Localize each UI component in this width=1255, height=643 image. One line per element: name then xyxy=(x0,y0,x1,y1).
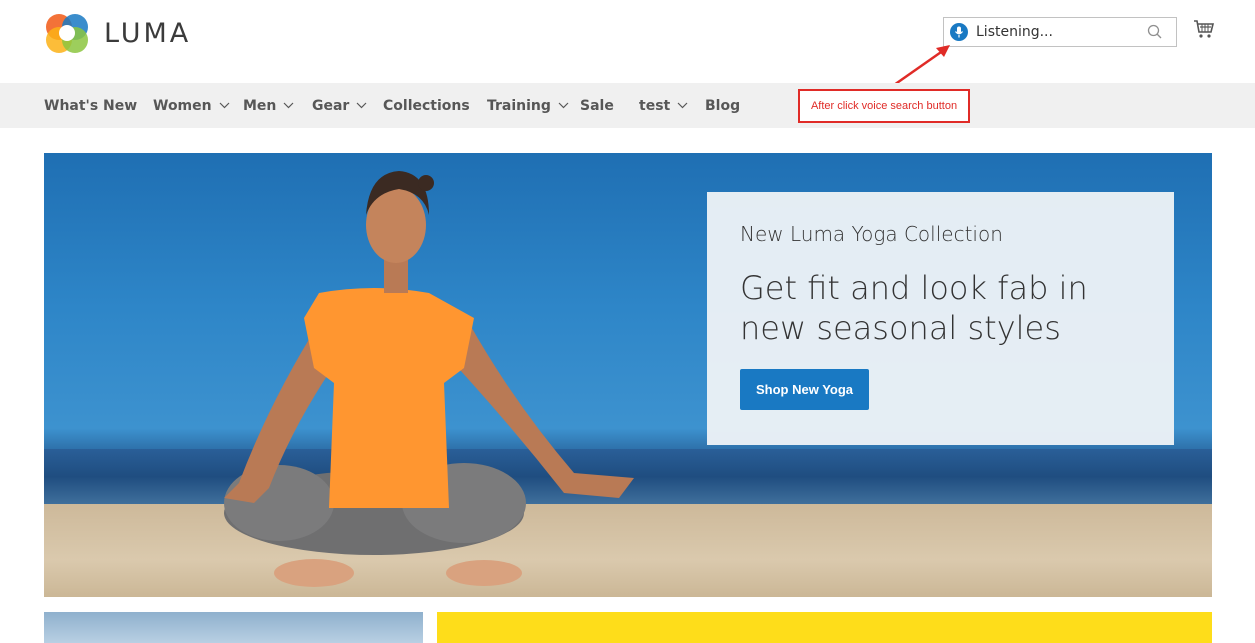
main-navigation: What's New Women Men Gear Collections Tr… xyxy=(0,83,1255,128)
nav-item-women[interactable]: Women xyxy=(153,83,230,128)
logo-link[interactable]: LUMA xyxy=(44,10,191,56)
nav-item-test[interactable]: test xyxy=(639,83,688,128)
magnifier-icon[interactable] xyxy=(1146,23,1164,41)
nav-item-sale[interactable]: Sale xyxy=(580,83,614,128)
chevron-down-icon xyxy=(356,102,367,109)
nav-item-collections[interactable]: Collections xyxy=(383,83,470,128)
cart-icon[interactable] xyxy=(1193,18,1215,40)
hero-banner[interactable]: New Luma Yoga Collection Get fit and loo… xyxy=(44,153,1212,597)
promo-tile-right[interactable] xyxy=(437,612,1212,643)
promo-eyebrow: New Luma Yoga Collection xyxy=(740,222,1003,246)
nav-item-blog[interactable]: Blog xyxy=(705,83,740,128)
nav-item-training[interactable]: Training xyxy=(487,83,569,128)
search-status-text[interactable]: Listening... xyxy=(976,24,1146,40)
promo-tile-left[interactable] xyxy=(44,612,423,643)
shop-new-yoga-button[interactable]: Shop New Yoga xyxy=(740,369,869,410)
promo-headline: Get fit and look fab in new seasonal sty… xyxy=(740,269,1088,347)
nav-item-whats-new[interactable]: What's New xyxy=(44,83,137,128)
nav-item-gear[interactable]: Gear xyxy=(312,83,367,128)
brand-name: LUMA xyxy=(104,17,192,49)
nav-item-men[interactable]: Men xyxy=(243,83,294,128)
chevron-down-icon xyxy=(283,102,294,109)
promo-card: New Luma Yoga Collection Get fit and loo… xyxy=(707,192,1174,445)
search-box[interactable]: Listening... xyxy=(943,17,1177,47)
luma-logo-icon xyxy=(44,10,90,56)
chevron-down-icon xyxy=(677,102,688,109)
microphone-icon[interactable] xyxy=(950,23,968,41)
chevron-down-icon xyxy=(558,102,569,109)
chevron-down-icon xyxy=(219,102,230,109)
annotation-note: After click voice search button xyxy=(798,89,970,123)
